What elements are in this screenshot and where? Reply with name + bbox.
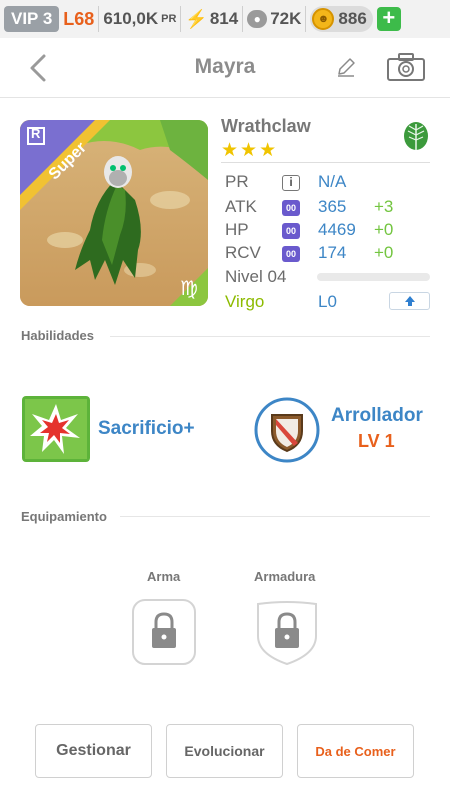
divider <box>305 6 307 32</box>
feed-button[interactable]: Da de Comer <box>297 724 414 778</box>
pr-label: PR <box>225 172 249 191</box>
atk-bonus: +3 <box>374 197 394 216</box>
monster-card[interactable]: R Super ♍ <box>20 120 208 306</box>
level-label: Nivel 04 <box>225 267 287 286</box>
coin-icon: ☻ <box>312 8 335 30</box>
paw-count: 72K <box>270 9 302 28</box>
camera-button[interactable] <box>386 52 426 82</box>
weapon-label: Arma <box>147 569 181 584</box>
rank-value: L0 <box>318 292 337 311</box>
equipment-heading: Equipamiento <box>21 509 107 524</box>
leaf-element-icon <box>400 120 432 152</box>
page-title: Mayra <box>194 55 256 78</box>
rcv-label: RCV <box>225 243 261 262</box>
energy-icon: ⚡ <box>185 8 208 29</box>
hp-value: 4469 <box>318 220 356 239</box>
coin-count: 886 <box>338 9 367 28</box>
rarity-badge: R <box>31 126 41 141</box>
energy-count: 814 <box>209 9 239 28</box>
arrow-up-icon <box>404 296 415 306</box>
active-skill-icon[interactable] <box>22 396 90 462</box>
armor-label: Armadura <box>254 569 316 584</box>
vip-badge[interactable]: VIP 3 <box>4 6 60 32</box>
player-level: L68 <box>63 8 95 29</box>
star-rating: ★★★ <box>221 140 279 161</box>
monster-name: Wrathclaw <box>221 116 311 136</box>
rcv-value: 174 <box>318 243 347 262</box>
atk-label: ATK <box>225 197 257 216</box>
coin-counter: ☻ 886 <box>310 6 373 32</box>
manage-button[interactable]: Gestionar <box>35 724 152 778</box>
hp-label: HP <box>225 220 249 239</box>
gem-icon: 00 <box>282 246 300 262</box>
paw-icon: ● <box>247 10 268 28</box>
divider <box>110 336 430 337</box>
divider <box>221 162 430 163</box>
pencil-icon <box>338 58 355 77</box>
leader-skill-name[interactable]: Arrollador <box>331 405 423 427</box>
pr-unit: PR <box>161 13 177 25</box>
gem-icon: 00 <box>282 200 300 216</box>
pr-value: N/A <box>318 172 347 191</box>
skills-heading: Habilidades <box>21 328 94 343</box>
atk-value: 365 <box>318 197 347 216</box>
divider <box>120 516 430 517</box>
camera-icon <box>387 53 425 81</box>
gem-icon: 00 <box>282 223 300 239</box>
active-skill-name[interactable]: Sacrificio+ <box>98 418 195 440</box>
pr-value: 610,0K <box>103 9 159 28</box>
page-header: Mayra <box>0 38 450 98</box>
info-icon[interactable]: i <box>282 175 300 191</box>
stat-row-sign: Virgo L0 <box>225 292 337 314</box>
hp-bonus: +0 <box>374 220 394 239</box>
stat-row-level: Nivel 04 <box>225 267 286 289</box>
evolve-button[interactable]: Evolucionar <box>166 724 283 778</box>
zodiac-icon: ♍ <box>180 276 198 300</box>
level-progress-bar <box>317 273 430 281</box>
add-coins-button[interactable]: + <box>376 7 401 31</box>
divider <box>180 6 182 32</box>
leader-skill-icon[interactable] <box>254 397 320 463</box>
upgrade-button[interactable] <box>389 292 430 310</box>
status-bar: VIP 3 L68 610,0K PR ⚡ 814 ● 72K ☻ 886 + <box>0 0 450 38</box>
divider <box>242 6 244 32</box>
divider <box>98 6 100 32</box>
armor-slot[interactable] <box>254 598 320 666</box>
edit-name-button[interactable] <box>335 56 357 78</box>
zodiac-sign: Virgo <box>225 292 265 311</box>
leader-skill-level: LV 1 <box>358 431 395 451</box>
weapon-slot[interactable] <box>131 598 197 666</box>
rcv-bonus: +0 <box>374 243 394 262</box>
